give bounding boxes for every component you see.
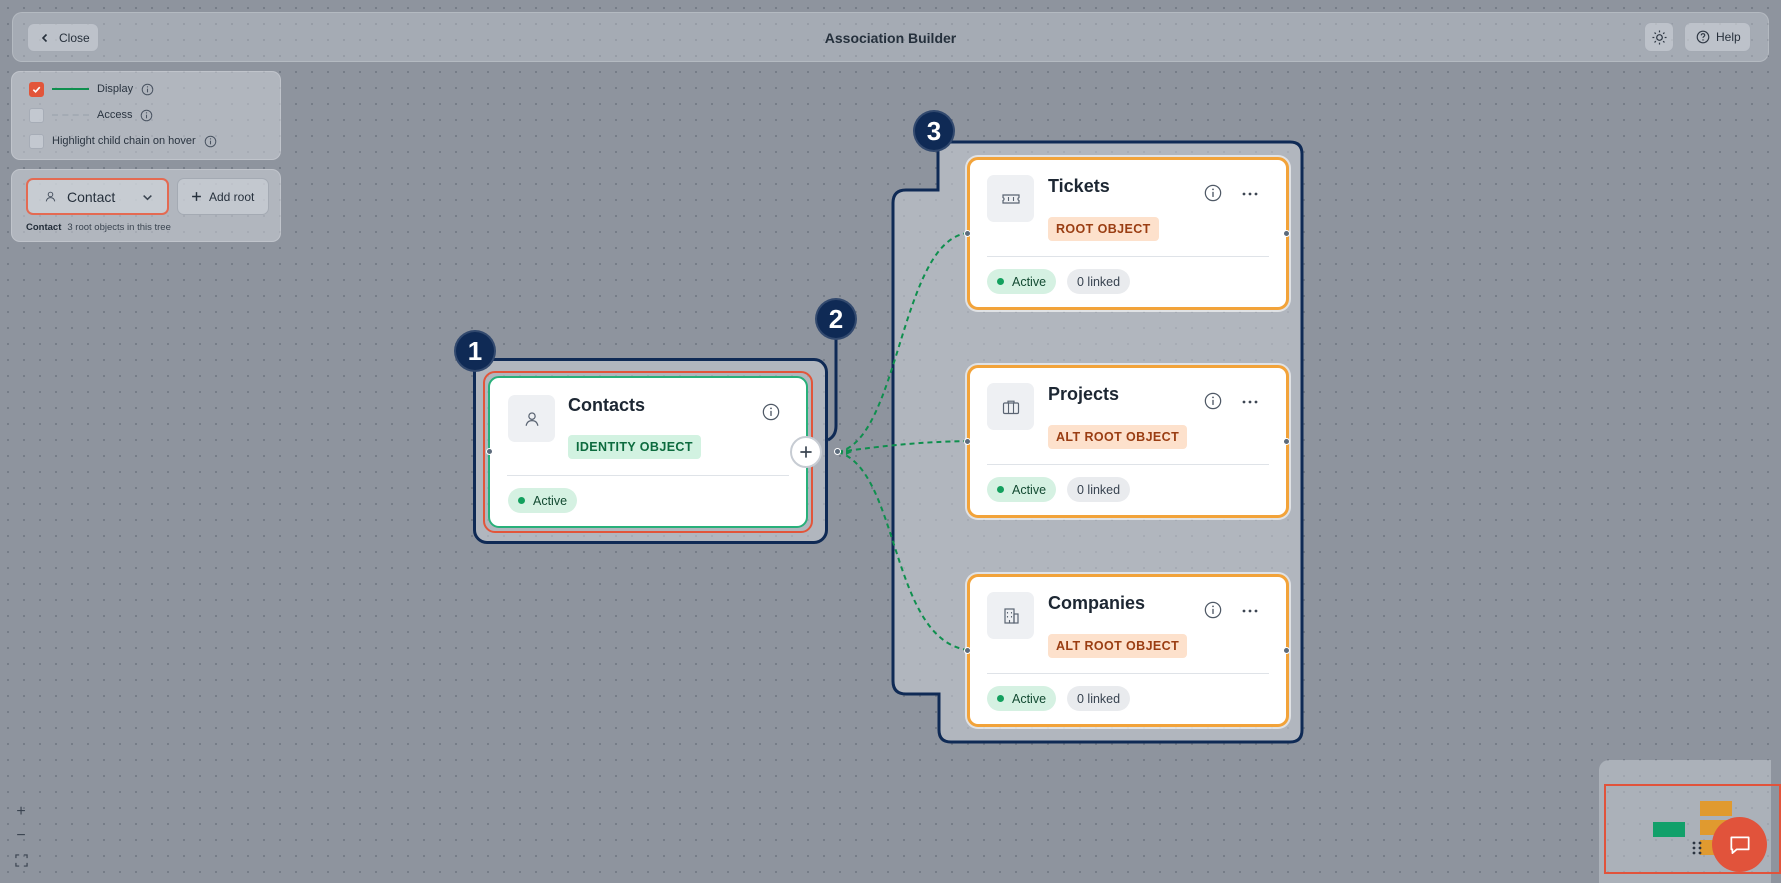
card-title: Tickets [1048, 176, 1110, 196]
group-2-bracket [827, 325, 838, 442]
ticket-icon [1001, 193, 1020, 204]
card-handle-left[interactable] [964, 230, 971, 237]
status-label: Active [1012, 482, 1047, 497]
plus-icon [800, 446, 812, 458]
status-badge: Active [987, 686, 1057, 711]
briefcase-icon [1002, 400, 1019, 414]
linked-count-badge: 0 linked [1067, 477, 1131, 502]
more-horizontal-icon[interactable] [1241, 602, 1259, 620]
info-icon[interactable] [762, 403, 780, 421]
source-card-title: Contacts [568, 395, 646, 415]
card-divider [987, 673, 1269, 674]
target-card-companies[interactable]: Companies ALT ROOT OBJECT Active 0 linke… [967, 574, 1289, 727]
card-divider [987, 464, 1269, 465]
target-card-projects[interactable]: Projects ALT ROOT OBJECT Active 0 linked [967, 365, 1289, 518]
status-dot [997, 695, 1004, 702]
info-icon[interactable] [1204, 601, 1222, 619]
fit-view-icon [14, 853, 28, 867]
add-association-button[interactable] [790, 436, 822, 468]
source-card-icon-box [508, 395, 555, 442]
card-handle-left[interactable] [964, 647, 971, 654]
card-divider [507, 475, 789, 476]
info-icon[interactable] [1204, 392, 1222, 410]
card-icon-box [987, 592, 1034, 639]
more-horizontal-icon[interactable] [1241, 185, 1259, 203]
step-badge-3: 3 [913, 110, 955, 152]
status-dot [518, 497, 525, 504]
source-card-tag: IDENTITY OBJECT [568, 435, 701, 459]
step-badge-2: 2 [815, 298, 857, 340]
status-dot [997, 486, 1004, 493]
zoom-out-button[interactable]: − [11, 826, 31, 846]
group-outlines [827, 140, 1304, 744]
status-badge: Active [987, 269, 1057, 294]
card-tag: ALT ROOT OBJECT [1048, 634, 1188, 658]
card-title: Projects [1048, 384, 1120, 404]
fit-view-button[interactable] [11, 850, 31, 870]
card-tag: ROOT OBJECT [1048, 217, 1159, 241]
status-badge: Active [508, 488, 578, 513]
card-handle-left[interactable] [964, 438, 971, 445]
status-label: Active [1012, 274, 1047, 289]
more-horizontal-icon[interactable] [1241, 393, 1259, 411]
status-dot [997, 278, 1004, 285]
card-handle-right[interactable] [1283, 438, 1290, 445]
linked-count-badge: 0 linked [1067, 686, 1131, 711]
chat-button[interactable] [1712, 817, 1767, 872]
user-icon [525, 411, 538, 426]
card-tag: ALT ROOT OBJECT [1048, 425, 1188, 449]
building-icon [1003, 607, 1019, 624]
source-handle-left[interactable] [486, 448, 493, 455]
card-title: Companies [1048, 593, 1146, 613]
chat-icon [1729, 836, 1750, 854]
target-card-tickets[interactable]: Tickets ROOT OBJECT Active 0 linked [967, 157, 1289, 310]
card-handle-right[interactable] [1283, 647, 1290, 654]
card-icon-box [987, 175, 1034, 222]
linked-count-badge: 0 linked [1067, 269, 1131, 294]
card-icon-box [987, 383, 1034, 430]
status-label: Active [533, 493, 568, 508]
zoom-in-button[interactable]: + [11, 802, 31, 822]
card-handle-right[interactable] [1283, 230, 1290, 237]
source-handle-right[interactable] [834, 448, 841, 455]
card-divider [987, 256, 1269, 257]
status-badge: Active [987, 477, 1057, 502]
info-icon[interactable] [1204, 184, 1222, 202]
source-card-contacts[interactable]: Contacts IDENTITY OBJECT Active [488, 376, 808, 528]
status-label: Active [1012, 691, 1047, 706]
step-badge-1: 1 [454, 330, 496, 372]
